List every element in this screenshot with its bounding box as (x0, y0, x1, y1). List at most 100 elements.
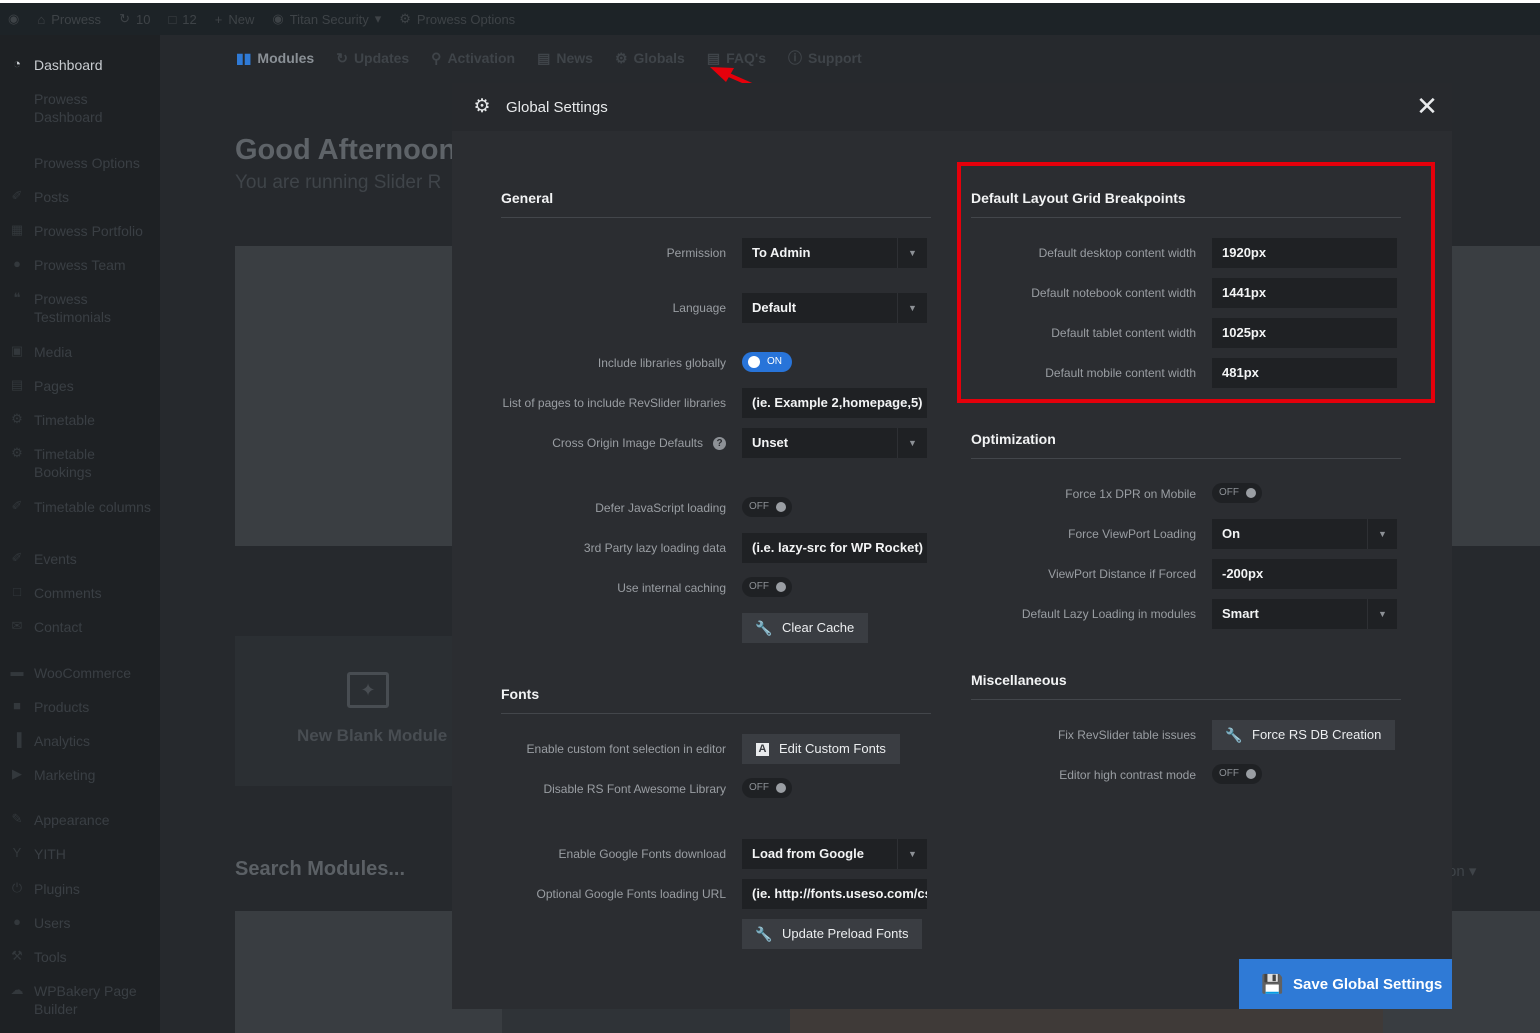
sidebar-item[interactable]: ● Prowess Team (8, 256, 154, 274)
divider (971, 458, 1401, 459)
titan-security-label: Titan Security (289, 11, 369, 27)
section-title-optimization: Optimization (971, 431, 1056, 447)
sidebar-item[interactable]: ● Users (8, 914, 154, 932)
y-icon: Y (12, 845, 22, 860)
nav-modules[interactable]: ▮▮ Modules (236, 48, 314, 68)
sidebar-item[interactable]: ⚙ Timetable (8, 411, 154, 429)
permission-select[interactable]: To Admin ▼ (742, 238, 927, 268)
cross-origin-label: Cross Origin Image Defaults? (552, 436, 726, 451)
page-icon: ▤ (10, 377, 24, 392)
pages-list-input[interactable]: (ie. Example 2,homepage,5) (742, 388, 927, 418)
nav-modules-label: Modules (257, 50, 315, 66)
google-download-select[interactable]: Load from Google ▼ (742, 839, 927, 869)
contrast-mode-toggle[interactable]: OFF (1212, 764, 1262, 784)
sidebar-item[interactable]: ▐ Analytics (8, 732, 154, 750)
close-icon[interactable]: ✕ (1416, 93, 1438, 119)
save-global-settings-label: Save Global Settings (1293, 975, 1443, 993)
gear-icon: ⚙ (399, 11, 411, 26)
media-icon: ▣ (10, 343, 24, 358)
nav-globals-label: Globals (633, 50, 685, 66)
sidebar-item-label: Comments (34, 585, 102, 601)
wrench-icon: ⚒ (11, 948, 23, 963)
dashboard-icon: ◔ (13, 56, 21, 71)
toggle-knob (776, 582, 786, 592)
module-thumbnail[interactable] (790, 1005, 1383, 1033)
update-preload-fonts-button[interactable]: 🔧 Update Preload Fonts (742, 919, 923, 949)
nav-news[interactable]: ▤ News (537, 48, 593, 68)
sidebar-item[interactable]: ✉Contact1 (8, 618, 182, 636)
wordpress-logo-icon[interactable]: ◉ (8, 11, 19, 27)
cloud-icon: ☁ (10, 982, 24, 997)
sidebar-item[interactable]: ☁ WPBakery Page Builder (8, 982, 154, 1018)
custom-font-label: Enable custom font selection in editor (526, 742, 726, 756)
permission-value: To Admin (752, 245, 811, 260)
viewport-distance-value: -200px (1222, 566, 1264, 581)
clear-cache-button[interactable]: 🔧 Clear Cache (742, 613, 869, 643)
comments-link[interactable]: □ 12 (168, 12, 196, 27)
google-url-input[interactable]: (ie. http://fonts.useso.com/css?family (742, 879, 927, 909)
edit-custom-fonts-button[interactable]: A Edit Custom Fonts (742, 734, 900, 764)
sidebar-item[interactable]: ▶ Marketing (8, 766, 154, 784)
nav-activation[interactable]: ⚲ Activation (431, 48, 515, 68)
lazy-data-input[interactable]: (i.e. lazy-src for WP Rocket) (742, 533, 927, 563)
sidebar-item[interactable]: ■ Products (8, 698, 154, 716)
force-rs-db-creation-button[interactable]: 🔧 Force RS DB Creation (1212, 720, 1396, 750)
sidebar-item[interactable]: ▤ Pages (8, 377, 154, 395)
module-thumbnail[interactable] (502, 1005, 790, 1033)
force-dpr-label: Force 1x DPR on Mobile (1065, 487, 1196, 501)
gear-icon: ⚙ (11, 445, 23, 460)
shield-icon: ◉ (272, 11, 284, 26)
force-rs-db-creation-label: Force RS DB Creation (1252, 727, 1382, 742)
sidebar-item[interactable]: ⏻Plugins8 (8, 880, 182, 898)
section-title-fonts: Fonts (501, 686, 540, 702)
sidebar-item[interactable]: ◔ Dashboard (8, 56, 154, 74)
brush-icon: ✎ (11, 811, 23, 826)
sidebar-item[interactable]: ✐ Events (8, 550, 154, 568)
lazy-loading-select[interactable]: Smart ▼ (1212, 599, 1397, 629)
lazy-data-placeholder: (i.e. lazy-src for WP Rocket) (752, 540, 923, 555)
comment-icon: □ (13, 584, 21, 599)
chart-icon: ▐ (12, 732, 22, 747)
box-icon: ■ (13, 698, 21, 713)
sidebar-item[interactable]: Prowess Dashboard (8, 90, 154, 126)
sidebar-item[interactable]: ✐ Timetable columns (8, 498, 154, 516)
sidebar-item-label: Appearance (34, 812, 110, 828)
font-awesome-toggle[interactable]: OFF (742, 778, 792, 798)
sort-dropdown[interactable]: on ▾ (1448, 862, 1476, 880)
viewport-distance-input[interactable]: -200px (1212, 559, 1397, 589)
sidebar-item[interactable]: ✐ Posts (8, 188, 154, 206)
sidebar-item[interactable]: ▦ Prowess Portfolio (8, 222, 154, 240)
include-libraries-toggle[interactable]: ON (742, 352, 792, 372)
sidebar-item[interactable]: Prowess Options (8, 154, 154, 172)
sidebar-item[interactable]: ▣ Media (8, 343, 154, 361)
language-select[interactable]: Default ▼ (742, 293, 927, 323)
sidebar-item[interactable]: Y YITH (8, 845, 154, 863)
cross-origin-select[interactable]: Unset ▼ (742, 428, 927, 458)
chevron-down-icon: ▼ (897, 293, 927, 323)
sidebar-item[interactable]: ⚙ Timetable Bookings (8, 445, 154, 481)
nav-globals[interactable]: ⚙ Globals (615, 48, 685, 68)
internal-caching-toggle[interactable]: OFF (742, 577, 792, 597)
save-global-settings-button[interactable]: 💾 Save Global Settings (1239, 959, 1452, 1009)
sidebar-item[interactable]: ❝ Prowess Testimonials (8, 290, 154, 326)
updates-link[interactable]: ↻ 10 (119, 11, 150, 27)
sidebar-item[interactable]: ✎ Appearance (8, 811, 154, 829)
titan-security-link[interactable]: ◉ Titan Security ▾ (272, 11, 381, 27)
google-download-label: Enable Google Fonts download (558, 847, 726, 861)
lazy-data-label: 3rd Party lazy loading data (583, 541, 726, 555)
gear-icon: ⚙ (614, 49, 628, 66)
help-icon[interactable]: ? (713, 437, 726, 451)
force-dpr-toggle[interactable]: OFF (1212, 483, 1262, 503)
site-link[interactable]: ⌂ Prowess (37, 12, 101, 27)
chevron-down-icon: ▼ (897, 428, 927, 458)
prowess-options-link[interactable]: ⚙ Prowess Options (399, 11, 515, 27)
chevron-down-icon: ▼ (897, 839, 927, 869)
new-content-link[interactable]: + New (215, 12, 255, 27)
nav-updates-label: Updates (353, 50, 410, 66)
sidebar-item[interactable]: ▬ WooCommerce (8, 664, 154, 682)
defer-js-toggle[interactable]: OFF (742, 497, 792, 517)
sidebar-item[interactable]: ⚒ Tools (8, 948, 154, 966)
force-viewport-select[interactable]: On ▼ (1212, 519, 1397, 549)
defer-js-label: Defer JavaScript loading (595, 501, 726, 515)
nav-updates[interactable]: ↻ Updates (336, 48, 409, 68)
